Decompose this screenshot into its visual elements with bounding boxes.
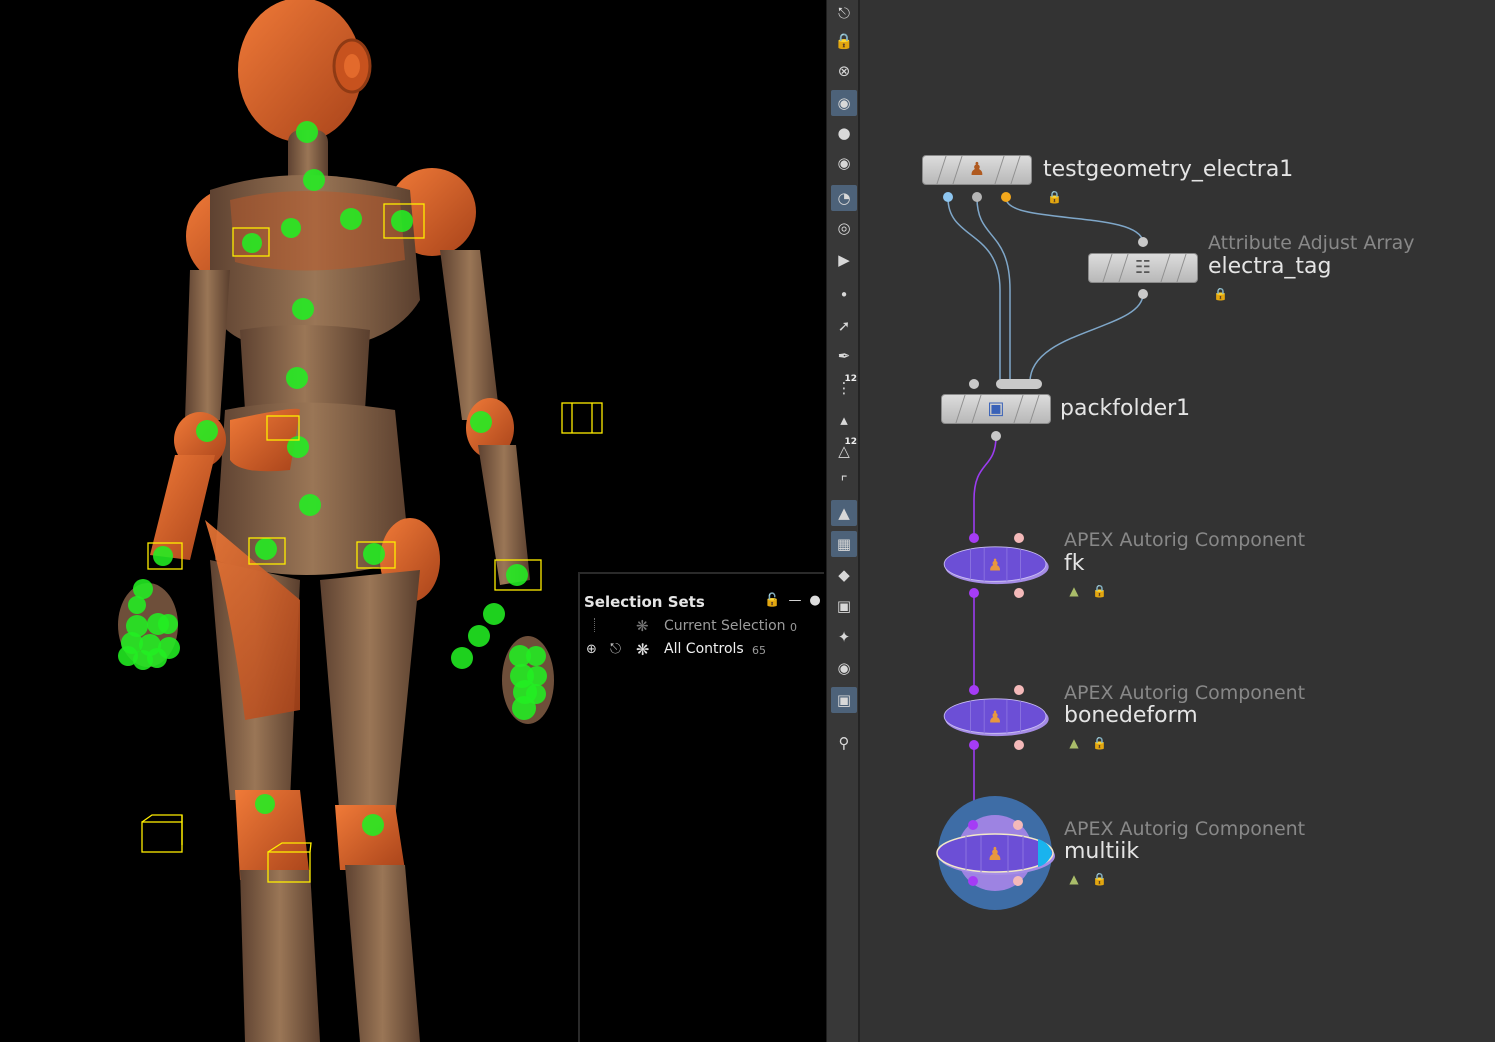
selection-set-label: Current Selection	[664, 618, 786, 634]
lock-flag-icon[interactable]: 🔒	[1092, 736, 1107, 750]
apex-figure-icon: ♟	[988, 707, 1003, 726]
current-selection-icon: ❋	[636, 617, 649, 635]
selection-set-count: 65	[752, 644, 766, 657]
flipbook-icon[interactable]: ▶	[831, 247, 857, 273]
pin-icon[interactable]: ⚲	[831, 730, 857, 756]
display-options-icon[interactable]: ◉	[831, 90, 857, 116]
node-name: bonedeform	[1064, 703, 1198, 728]
lock-flag-icon[interactable]: 🔒	[1047, 190, 1062, 204]
selection-set-count: 0	[790, 621, 797, 634]
wire	[976, 197, 1011, 382]
headlight-icon[interactable]: ◉	[831, 150, 857, 176]
scene-viewport[interactable]: Selection Sets 🔓 — ● ❋ Current Selection…	[0, 0, 826, 1042]
robot-mannequin	[118, 0, 554, 1042]
node-bonedeform[interactable]: ♟	[938, 697, 1054, 737]
checker-icon[interactable]: ▦	[831, 531, 857, 557]
dots-icon[interactable]: ●	[808, 594, 822, 608]
template-flag-icon[interactable]: ▲	[1067, 736, 1081, 750]
node-name: fk	[1064, 551, 1085, 576]
viewport-display-toolbar: ⎋ 🔒 ⊗ ◉ ● ◉ ◔ ◎ ▶ • ➚ ✒ ⋮ 12 ▴ △ 12 ⌜ ▲ ▦ …	[826, 0, 860, 1042]
normals-icon[interactable]: ▴	[831, 407, 857, 433]
templated-icon[interactable]: ▲	[831, 500, 857, 526]
node-name: testgeometry_electra1	[1043, 157, 1294, 182]
measure-icon[interactable]: ⌜	[831, 469, 857, 495]
pen-icon[interactable]: ✒	[831, 343, 857, 369]
node-multiik[interactable]: ♟	[936, 795, 1060, 911]
node-type: APEX Autorig Component	[1064, 818, 1306, 840]
minus-icon[interactable]: —	[788, 594, 802, 608]
primitive-numbers-badge: 12	[844, 437, 857, 447]
lock-icon[interactable]: 🔒	[831, 28, 857, 54]
attribute-array-icon: ☷	[1134, 257, 1152, 278]
wire	[947, 197, 1001, 382]
lock-flag-icon[interactable]: 🔒	[1213, 287, 1228, 301]
apex-figure-icon: ♟	[988, 555, 1003, 574]
lock-flag-icon[interactable]: 🔒	[1092, 584, 1107, 598]
snap-icon[interactable]: ✦	[831, 624, 857, 650]
diamond-icon[interactable]: ◆	[831, 562, 857, 588]
cross-icon[interactable]: ⊗	[831, 58, 857, 84]
network-editor[interactable]: ♟ testgeometry_electra1 🔒 Attribute Adju…	[860, 0, 1495, 1042]
unlock-icon[interactable]: 🔓	[764, 594, 780, 608]
ghost-icon[interactable]: ◎	[831, 215, 857, 241]
node-testgeometry-electra1[interactable]: ♟	[922, 155, 1032, 185]
template-flag-icon[interactable]: ▲	[1067, 872, 1081, 886]
node-name: multiik	[1064, 839, 1140, 864]
node-electra-tag[interactable]: ☷	[1088, 253, 1198, 283]
expand-icon[interactable]: ⊕	[586, 642, 597, 657]
tree-line	[594, 618, 596, 632]
primitive-numbers-icon[interactable]: △ 12	[831, 437, 857, 464]
pin-set-icon[interactable]: ⎋	[610, 641, 621, 657]
guide-icon[interactable]: ▣	[831, 593, 857, 619]
node-name: electra_tag	[1208, 254, 1332, 279]
wire	[973, 435, 997, 538]
node-packfolder1[interactable]: ▣	[941, 394, 1051, 424]
point-icon[interactable]: •	[831, 282, 857, 308]
wire	[1005, 197, 1144, 243]
toggle-icon[interactable]: ◉	[831, 655, 857, 681]
shading-icon[interactable]: ◔	[831, 185, 857, 211]
apex-figure-icon: ♟	[987, 844, 1003, 865]
view-icon[interactable]: ⎋	[831, 0, 857, 26]
wire	[1029, 293, 1144, 383]
node-type: APEX Autorig Component	[1064, 529, 1306, 551]
template-flag-icon[interactable]: ▲	[1067, 584, 1081, 598]
selection-set-label: All Controls	[664, 641, 744, 657]
brush-icon[interactable]: ➚	[831, 313, 857, 339]
light-bulb-icon[interactable]: ●	[831, 120, 857, 146]
selection-sets-title: Selection Sets	[584, 593, 705, 611]
lock-flag-icon[interactable]: 🔒	[1092, 872, 1107, 886]
node-type: Attribute Adjust Array	[1208, 232, 1415, 254]
node-name: packfolder1	[1060, 396, 1191, 421]
all-controls-icon: ❋	[636, 640, 650, 659]
packfolder-icon: ▣	[987, 398, 1005, 419]
selection-sets-panel: Selection Sets 🔓 — ● ❋ Current Selection…	[578, 572, 824, 1042]
node-type: APEX Autorig Component	[1064, 682, 1306, 704]
human-figure-icon: ♟	[968, 159, 986, 180]
background-image-icon[interactable]: ▣	[831, 687, 857, 713]
node-fk[interactable]: ♟	[938, 545, 1054, 585]
point-numbers-badge: 12	[844, 374, 857, 384]
point-numbers-icon[interactable]: ⋮ 12	[831, 374, 858, 401]
